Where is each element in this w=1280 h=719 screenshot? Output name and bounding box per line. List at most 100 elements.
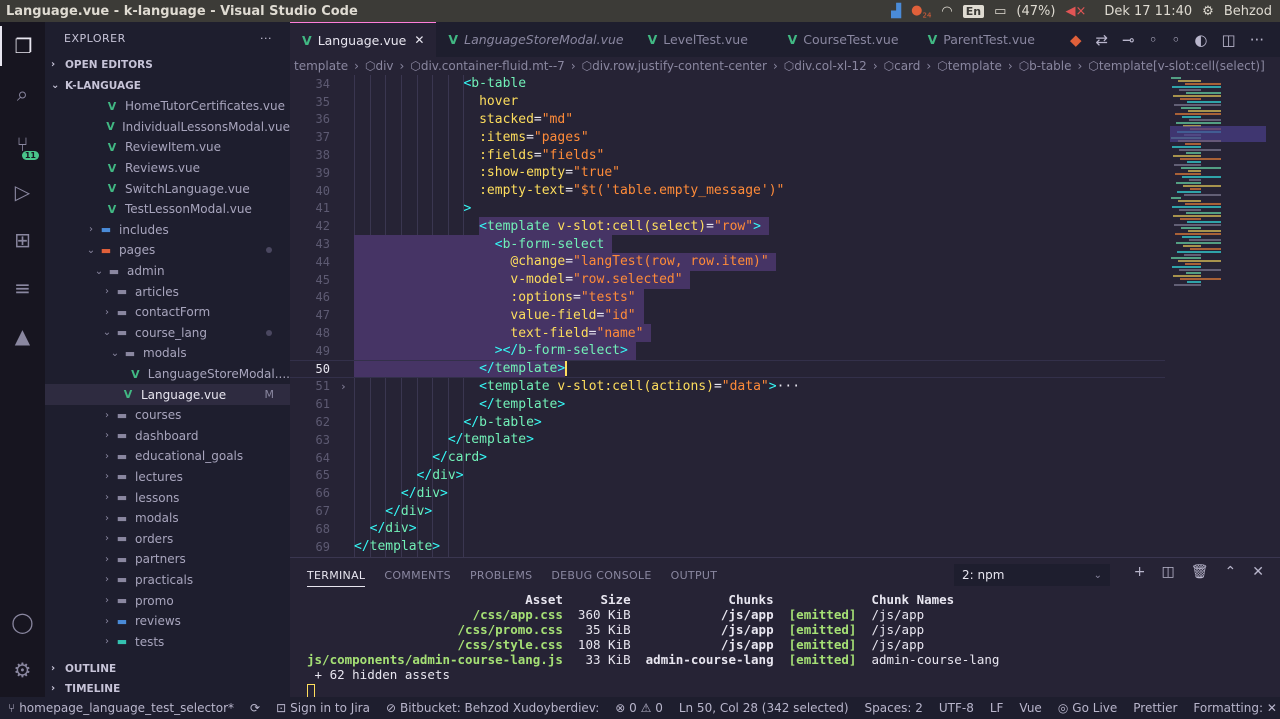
wifi-icon[interactable]: ◠ [941,4,952,19]
code-line[interactable]: 39:show-empty="true" [290,164,1165,182]
formatting-status[interactable]: Formatting: ✕ [1185,701,1280,715]
tree-item[interactable]: V TestLessonModal.vue [45,199,290,220]
tree-item[interactable]: › ▬ reviews [45,611,290,632]
database-icon[interactable]: ≡ [0,268,45,308]
problems-status[interactable]: ⊗ 0 ⚠ 0 [607,701,671,715]
encoding-status[interactable]: UTF-8 [931,701,982,715]
terminal-select[interactable]: 2: npm ⌄ [954,564,1110,586]
tree-item[interactable]: ⌄ ▬ admin [45,261,290,282]
extensions-icon[interactable]: ⊞ [0,220,45,260]
next-change-icon[interactable]: ◦ [1172,31,1181,49]
code-line[interactable]: 37:items="pages" [290,128,1165,146]
code-line[interactable]: 67 </div> [290,502,1165,520]
breadcrumb-item[interactable]: card [894,59,920,73]
battery-level[interactable]: (47%) [1016,4,1055,19]
tree-item[interactable]: › ▬ contactForm [45,302,290,323]
settings-gear-icon[interactable]: ⚙ [1202,4,1214,19]
code-line[interactable]: 43 <b-form-select [290,235,1165,253]
code-line[interactable]: 42 <template v-slot:cell(select)="row"> [290,217,1165,235]
code-line[interactable]: 68 </div> [290,520,1165,538]
tab-parenttest[interactable]: V ParentTest.vue [916,22,1056,57]
tree-item[interactable]: V SwitchLanguage.vue [45,178,290,199]
language-status[interactable]: Vue [1011,701,1049,715]
code-line[interactable]: 40:empty-text="$t('table.empty_message')… [290,182,1165,200]
minimap-slider[interactable] [1170,126,1266,142]
panel-tab-debug-console[interactable]: DEBUG CONSOLE [551,569,651,582]
breadcrumb-item[interactable]: template[v-slot:cell(select)] [1099,59,1265,73]
cursor-position[interactable]: Ln 50, Col 28 (342 selected) [671,701,857,715]
close-panel-icon[interactable]: ✕ [1252,564,1264,580]
kill-terminal-icon[interactable]: 🗑 [1191,564,1209,580]
outline-section[interactable]: › OUTLINE [45,658,290,679]
breadcrumb-item[interactable]: div.row.justify-content-center [592,59,767,73]
explorer-files-icon[interactable]: ❐ [0,26,45,66]
manage-gear-icon[interactable]: ⚙ [0,650,45,690]
git-icon[interactable]: ◆ [1070,31,1082,49]
terminal-output[interactable]: Asset Size Chunks Chunk Names /css/app.c… [307,592,999,698]
breadcrumb-item[interactable]: div.container-fluid.mt--7 [421,59,565,73]
code-line[interactable]: 61 </template> [290,395,1165,413]
tree-item[interactable]: › ▬ orders [45,528,290,549]
panel-tab-terminal[interactable]: TERMINAL [307,569,366,587]
code-line[interactable]: 64 </card> [290,449,1165,467]
code-line[interactable]: 41 > [290,200,1165,218]
code-line[interactable]: 65 </div> [290,467,1165,485]
open-editors-section[interactable]: › OPEN EDITORS [45,54,290,75]
sync-status[interactable]: ⟳ [242,701,268,715]
more-actions-icon[interactable]: ··· [1250,31,1264,49]
previous-change-icon[interactable]: ◦ [1149,31,1158,49]
indent-status[interactable]: Spaces: 2 [857,701,931,715]
code-line[interactable]: 38:fields="fields" [290,146,1165,164]
bitbucket-status[interactable]: ⊘ Bitbucket: Behzod Xudoyberdiev: [378,701,607,715]
code-line[interactable]: 62 </b-table> [290,413,1165,431]
tree-item[interactable]: › ▬ educational_goals [45,446,290,467]
tree-item[interactable]: › ▬ courses [45,405,290,426]
tab-languagestoremodal[interactable]: V LanguageStoreModal.vue [436,22,635,57]
tree-item[interactable]: › ▬ lessons [45,487,290,508]
atlassian-icon[interactable]: ▲ [0,316,45,356]
new-terminal-icon[interactable]: + [1134,564,1146,580]
notification-icon[interactable]: ●24 [911,3,931,20]
tree-item[interactable]: V LanguageStoreModal.... [45,364,290,385]
panel-tab-comments[interactable]: COMMENTS [384,569,451,582]
tree-item[interactable]: › ▬ modals [45,508,290,529]
tree-item[interactable]: ⌄ ▬ modals [45,343,290,364]
code-line[interactable]: 50 </template> [290,360,1165,378]
code-line[interactable]: 46:options="tests" [290,289,1165,307]
tab-leveltest[interactable]: V LevelTest.vue [636,22,776,57]
tree-item[interactable]: › ▬ lectures [45,467,290,488]
panel-tab-output[interactable]: OUTPUT [671,569,718,582]
split-editor-icon[interactable]: ◫ [1222,31,1236,49]
code-line[interactable]: 47 value-field="id" [290,306,1165,324]
tree-item[interactable]: V HomeTutorCertificates.vue [45,96,290,117]
breadcrumb-item[interactable]: div [375,59,393,73]
tree-item[interactable]: ⌄ ▬ pages [45,240,290,261]
tree-item[interactable]: › ▬ partners [45,549,290,570]
breadcrumb-item[interactable]: div.col-xl-12 [794,59,867,73]
eol-status[interactable]: LF [982,701,1012,715]
tree-item[interactable]: ⌄ ▬ course_lang [45,323,290,344]
code-line[interactable]: 66 </div> [290,484,1165,502]
search-icon[interactable]: ⌕ [0,74,45,114]
tree-item[interactable]: › ▬ promo [45,590,290,611]
chevron-right-icon[interactable]: › [340,380,347,393]
tree-item[interactable]: › ▬ articles [45,281,290,302]
minimap[interactable] [1165,75,1280,557]
run-debug-icon[interactable]: ▷ [0,172,45,212]
code-line[interactable]: 48 text-field="name" [290,324,1165,342]
breadcrumb-item[interactable]: template [948,59,1002,73]
jira-status[interactable]: ⊡ Sign in to Jira [268,701,378,715]
split-terminal-icon[interactable]: ◫ [1162,564,1175,580]
compare-icon[interactable]: ⇄ [1096,31,1109,49]
source-control-icon[interactable]: ⑂ 11 [0,124,45,164]
datetime[interactable]: Dek 17 11:40 [1104,4,1192,19]
code-line[interactable]: 69 </template> [290,538,1165,556]
chart-icon[interactable]: ▟ [891,4,901,19]
tree-item[interactable]: › ▬ tests [45,631,290,652]
panel-tab-problems[interactable]: PROBLEMS [470,569,532,582]
tree-item[interactable]: V Reviews.vue [45,158,290,179]
code-line[interactable]: 35 hover [290,93,1165,111]
git-commit-icon[interactable]: ⊸ [1122,31,1135,49]
code-line[interactable]: 34 <b-table [290,75,1165,93]
close-icon[interactable]: ✕ [414,33,424,47]
